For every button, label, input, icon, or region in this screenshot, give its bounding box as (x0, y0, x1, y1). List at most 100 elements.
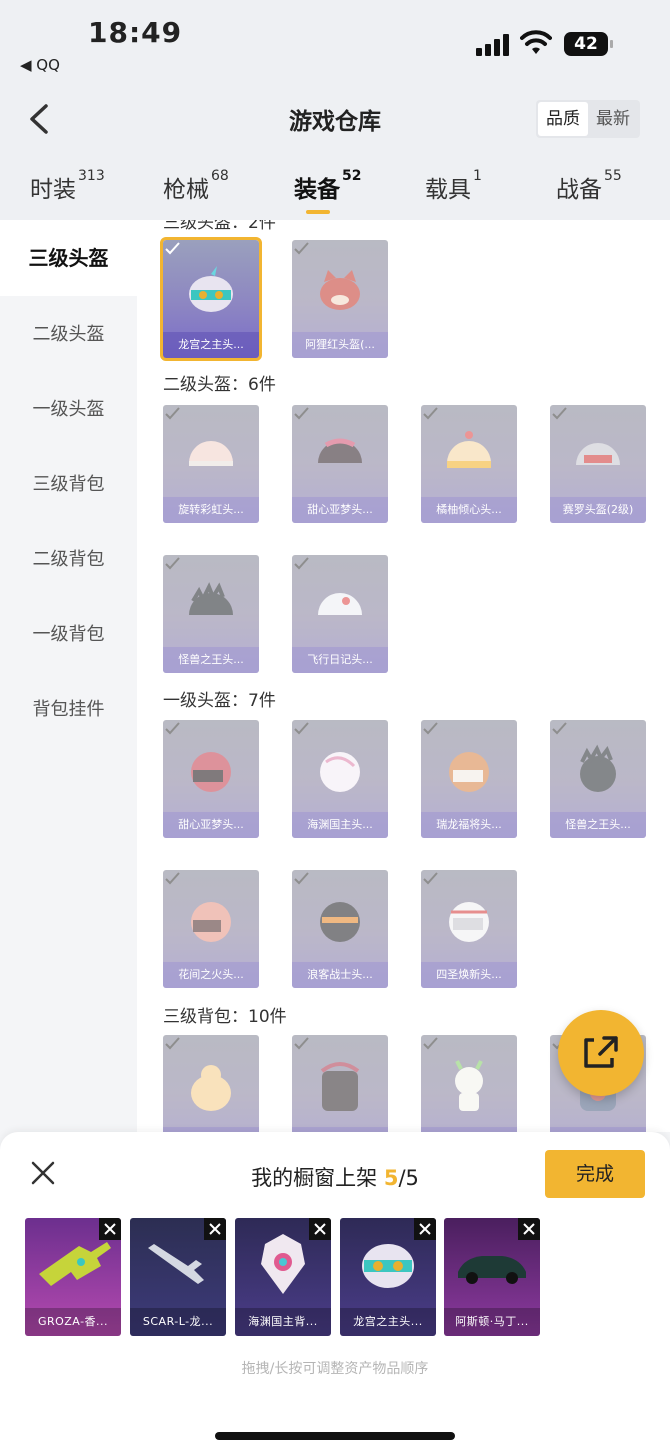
check-icon (165, 1037, 180, 1050)
header: 游戏仓库 品质 最新 (0, 80, 670, 158)
done-button[interactable]: 完成 (545, 1150, 645, 1198)
item-label: 甜心亚梦头... (292, 497, 388, 523)
active-tab-indicator (306, 210, 330, 214)
tab-equipment[interactable]: 装备52 (294, 168, 361, 204)
item-label: 怪兽之王头... (550, 812, 646, 838)
back-to-app-link[interactable]: ◀ QQ (20, 56, 60, 74)
item-card[interactable]: 瑞龙福将头... (421, 720, 517, 838)
showcase-item-label: 龙宫之主头... (340, 1308, 436, 1336)
item-label: 橘柚倾心头... (421, 497, 517, 523)
helmet-icon (189, 266, 233, 312)
item-card[interactable]: 龙宫之主头... (160, 237, 262, 361)
check-icon (552, 722, 567, 735)
check-icon (165, 872, 180, 885)
section-title: 一级头盔：7件 (163, 691, 276, 711)
item-label: 四圣焕新头... (421, 962, 517, 988)
showcase-total: /5 (398, 1166, 419, 1190)
check-icon (165, 407, 180, 420)
tab-weapons[interactable]: 枪械68 (163, 168, 229, 204)
item-card[interactable]: 海渊国主头... (292, 720, 388, 838)
showcase-count: 5 (383, 1166, 399, 1190)
helmet-icon (449, 752, 489, 792)
helmet-icon (449, 902, 489, 942)
item-label: 海渊国主头... (292, 812, 388, 838)
sidebar-item-level3-helmet[interactable]: 三级头盔 (0, 220, 137, 296)
status-bar: 18:49 ◀ QQ 42 (0, 0, 670, 80)
item-label: 甜心亚梦头... (163, 812, 259, 838)
backpack-icon (320, 1062, 360, 1111)
share-button[interactable] (558, 1010, 644, 1096)
check-icon (294, 722, 309, 735)
showcase-item[interactable]: SCAR-L-龙... (130, 1218, 226, 1336)
item-card[interactable]: 浪客战士头... (292, 870, 388, 988)
sort-latest-button[interactable]: 最新 (588, 102, 638, 136)
showcase-item[interactable]: 龙宫之主头... (340, 1218, 436, 1336)
showcase-item[interactable]: 阿斯顿·马丁... (444, 1218, 540, 1336)
item-card[interactable]: 橘柚倾心头... (421, 405, 517, 523)
section-title: 二级头盔：6件 (163, 375, 276, 395)
check-icon (294, 557, 309, 570)
cellular-signal-icon (476, 34, 512, 56)
share-icon (584, 1036, 618, 1068)
tab-vehicles[interactable]: 载具1 (425, 168, 482, 204)
helmet-icon (191, 752, 231, 792)
showcase-item[interactable]: 海渊国主背... (235, 1218, 331, 1336)
check-icon (552, 407, 567, 420)
item-label: 阿狸红头盔(... (292, 332, 388, 358)
sort-quality-button[interactable]: 品质 (538, 102, 588, 136)
wifi-icon (520, 30, 552, 54)
item-card[interactable]: 甜心亚梦头... (292, 405, 388, 523)
sidebar-item-level1-helmet[interactable]: 一级头盔 (0, 395, 137, 421)
check-icon (294, 1037, 309, 1050)
check-icon (294, 242, 309, 255)
item-label: 龙宫之主头... (163, 332, 259, 358)
sidebar-item-level2-helmet[interactable]: 二级头盔 (0, 320, 137, 346)
sidebar-item-backpack-charm[interactable]: 背包挂件 (0, 695, 137, 721)
reorder-hint: 拖拽/长按可调整资产物品顺序 (241, 1361, 429, 1377)
item-card[interactable] (292, 1035, 388, 1132)
check-icon (165, 557, 180, 570)
item-card[interactable] (421, 1035, 517, 1132)
helmet-icon (189, 441, 233, 466)
section-title: 三级背包：10件 (163, 1007, 287, 1027)
showcase-panel: 我的橱窗上架 5/5 完成 GROZA-香... SCAR-L-龙... 海渊国… (0, 1132, 670, 1452)
item-label: 旋转彩虹头... (163, 497, 259, 523)
check-icon (423, 407, 438, 420)
showcase-item-label: 阿斯顿·马丁... (444, 1308, 540, 1336)
item-label: 怪兽之王头... (163, 647, 259, 673)
item-card[interactable]: 怪兽之王头... (550, 720, 646, 838)
item-card[interactable]: 甜心亚梦头... (163, 720, 259, 838)
item-card[interactable]: 花间之火头... (163, 870, 259, 988)
remove-icon[interactable] (99, 1218, 121, 1240)
item-label: 浪客战士头... (292, 962, 388, 988)
tab-fashion[interactable]: 时装313 (30, 168, 105, 204)
showcase-item[interactable]: GROZA-香... (25, 1218, 121, 1336)
remove-icon[interactable] (204, 1218, 226, 1240)
check-icon (165, 242, 180, 255)
showcase-title-text: 我的橱窗上架 (251, 1166, 378, 1190)
sidebar-item-level3-backpack[interactable]: 三级背包 (0, 470, 137, 496)
check-icon (165, 722, 180, 735)
remove-icon[interactable] (518, 1218, 540, 1240)
item-card[interactable]: 怪兽之王头... (163, 555, 259, 673)
item-card[interactable]: 阿狸红头盔(... (292, 240, 388, 358)
item-card[interactable]: 飞行日记头... (292, 555, 388, 673)
sidebar-item-level1-backpack[interactable]: 一级背包 (0, 620, 137, 646)
item-label: 飞行日记头... (292, 647, 388, 673)
helmet-icon (191, 902, 231, 942)
remove-icon[interactable] (309, 1218, 331, 1240)
helmet-icon (447, 431, 491, 468)
remove-icon[interactable] (414, 1218, 436, 1240)
sidebar-item-level2-backpack[interactable]: 二级背包 (0, 545, 137, 571)
home-indicator[interactable] (215, 1432, 455, 1440)
backpack-icon (191, 1065, 231, 1111)
showcase-item-label: GROZA-香... (25, 1308, 121, 1336)
item-card[interactable] (163, 1035, 259, 1132)
tab-supplies[interactable]: 战备55 (556, 168, 622, 204)
item-card[interactable]: 赛罗头盔(2级) (550, 405, 646, 523)
check-icon (423, 872, 438, 885)
item-card[interactable]: 旋转彩虹头... (163, 405, 259, 523)
check-icon (423, 722, 438, 735)
item-card[interactable]: 四圣焕新头... (421, 870, 517, 988)
check-icon (294, 872, 309, 885)
